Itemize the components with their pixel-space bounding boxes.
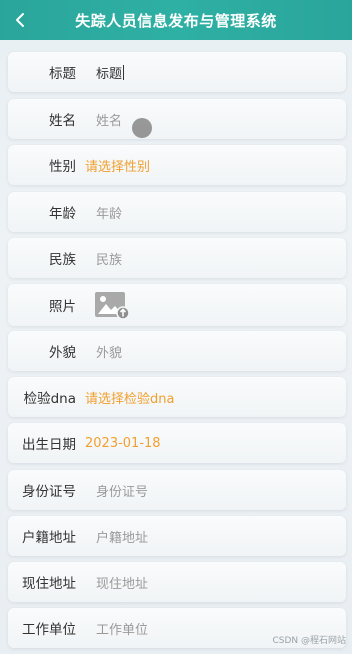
gender-label: 性别 (49, 159, 76, 175)
current-address-row[interactable]: 现住地址 现住地址 (8, 562, 346, 602)
text-caret (123, 64, 125, 80)
birthdate-picker[interactable]: 2023-01-18 (85, 436, 161, 451)
app-header: 失踪人员信息发布与管理系统 (0, 0, 352, 40)
birthdate-row[interactable]: 出生日期 2023-01-18 (8, 423, 346, 463)
household-address-row[interactable]: 户籍地址 户籍地址 (8, 516, 346, 556)
dna-select[interactable]: 请选择检验dna (85, 388, 174, 407)
dna-label: 检验dna (23, 391, 76, 407)
gender-select[interactable]: 请选择性别 (85, 156, 150, 175)
name-row[interactable]: 姓名 姓名 (8, 99, 346, 139)
appearance-label: 外貌 (49, 345, 76, 361)
watermark: CSDN @程石网站 (272, 636, 346, 646)
work-unit-input[interactable]: 工作单位 (96, 619, 148, 638)
age-row[interactable]: 年龄 年龄 (8, 192, 346, 232)
back-button[interactable] (4, 4, 36, 36)
id-number-label: 身份证号 (22, 484, 76, 500)
title-input[interactable]: 标题 (96, 63, 125, 82)
work-unit-label: 工作单位 (22, 622, 76, 638)
title-row[interactable]: 标题 标题 (8, 52, 346, 92)
chevron-left-icon (16, 13, 24, 27)
gender-row[interactable]: 性别 请选择性别 (8, 145, 346, 185)
current-address-label: 现住地址 (22, 576, 76, 592)
ethnicity-row[interactable]: 民族 民族 (8, 238, 346, 278)
touch-cursor-indicator (132, 118, 152, 138)
birthdate-label: 出生日期 (22, 437, 76, 453)
household-address-label: 户籍地址 (22, 530, 76, 546)
dna-row[interactable]: 检验dna 请选择检验dna (8, 377, 346, 417)
age-input[interactable]: 年龄 (96, 203, 122, 222)
name-input[interactable]: 姓名 (96, 110, 122, 129)
current-address-input[interactable]: 现住地址 (96, 573, 148, 592)
add-image-icon[interactable] (94, 289, 130, 321)
name-label: 姓名 (49, 113, 76, 129)
id-number-input[interactable]: 身份证号 (96, 481, 148, 500)
appearance-row[interactable]: 外貌 外貌 (8, 331, 346, 371)
age-label: 年龄 (49, 206, 76, 222)
ethnicity-label: 民族 (49, 252, 76, 268)
photo-row[interactable]: 照片 (8, 284, 346, 326)
page-title: 失踪人员信息发布与管理系统 (75, 11, 277, 30)
title-input-value: 标题 (96, 66, 123, 82)
title-label: 标题 (49, 66, 76, 82)
photo-label: 照片 (49, 299, 76, 315)
appearance-input[interactable]: 外貌 (96, 342, 122, 361)
id-number-row[interactable]: 身份证号 身份证号 (8, 470, 346, 510)
household-address-input[interactable]: 户籍地址 (96, 527, 148, 546)
ethnicity-input[interactable]: 民族 (96, 249, 122, 268)
